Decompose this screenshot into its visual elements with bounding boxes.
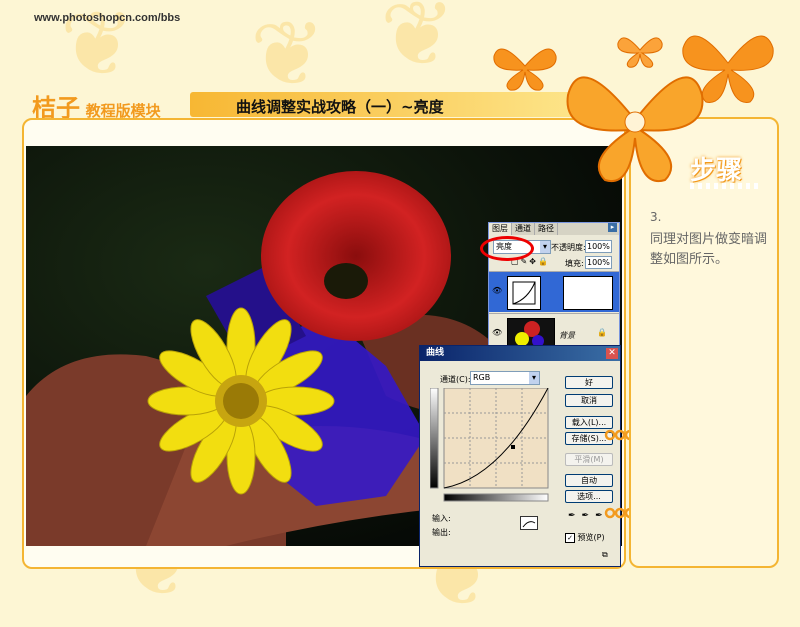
tab-paths[interactable]: 路径 bbox=[535, 223, 558, 235]
tab-channels[interactable]: 通道 bbox=[512, 223, 535, 235]
opacity-label: 不透明度: bbox=[551, 243, 586, 252]
curve-draw-tool-icon[interactable] bbox=[520, 516, 538, 530]
load-button[interactable]: 载入(L)... bbox=[565, 416, 613, 429]
channel-value: RGB bbox=[473, 373, 491, 382]
step-number: 3. bbox=[650, 210, 662, 224]
step-heading: 步骤 bbox=[690, 156, 743, 186]
close-icon[interactable]: ✕ bbox=[606, 348, 618, 359]
layers-panel-tabs: 图层 通道 路径 bbox=[489, 223, 619, 235]
curves-dialog-titlebar: 曲线 bbox=[420, 346, 620, 361]
options-button[interactable]: 选项... bbox=[565, 490, 613, 503]
resize-icon: ⧉ bbox=[602, 550, 608, 559]
preview-label: 预览(P) bbox=[577, 533, 605, 542]
highlight-ellipse bbox=[480, 236, 534, 261]
channel-label: 通道(C): bbox=[440, 375, 471, 384]
ok-button[interactable]: 好 bbox=[565, 376, 613, 389]
output-label: 输出: bbox=[432, 528, 451, 537]
butterfly-icon bbox=[566, 76, 704, 183]
layer-mask-thumbnail bbox=[563, 276, 613, 310]
opacity-input[interactable]: 100% bbox=[585, 240, 612, 253]
step-heading-dots bbox=[690, 183, 760, 189]
background-butterfly-pattern: ❦ bbox=[250, 2, 326, 107]
curve-line-icon bbox=[522, 521, 536, 528]
lock-icon: 🔒 bbox=[597, 328, 607, 337]
eye-icon[interactable]: 👁 bbox=[492, 328, 502, 337]
auto-button[interactable]: 自动 bbox=[565, 474, 613, 487]
layer-row-curves-adjustment[interactable]: 👁 bbox=[489, 271, 619, 312]
panel-menu-icon[interactable]: ▸ bbox=[608, 223, 617, 232]
curves-graph[interactable] bbox=[430, 388, 552, 510]
chevron-down-icon: ▾ bbox=[529, 372, 539, 384]
tab-layers[interactable]: 图层 bbox=[489, 223, 512, 235]
fill-input[interactable]: 100% bbox=[585, 256, 612, 269]
site-url: www.photoshopcn.com/bbs bbox=[34, 12, 181, 24]
preview-checkbox[interactable]: ✓ 预览(P) bbox=[565, 532, 605, 543]
cancel-button[interactable]: 取消 bbox=[565, 394, 613, 407]
input-label: 输入: bbox=[432, 514, 451, 523]
curves-thumbnail-icon bbox=[512, 281, 536, 305]
curves-dialog: 曲线 ✕ 通道(C): RGB ▾ 好 取消 载入(L)... 存储(S)...… bbox=[419, 345, 621, 567]
smooth-button[interactable]: 平滑(M) bbox=[565, 453, 613, 466]
step-description: 同理对图片做变暗调整如图所示。 bbox=[650, 232, 768, 267]
curve-control-point[interactable] bbox=[511, 445, 515, 449]
butterfly-icon bbox=[493, 48, 557, 91]
chevron-down-icon: ▾ bbox=[540, 241, 550, 253]
preview-check-icon: ✓ bbox=[565, 532, 575, 543]
channel-select[interactable]: RGB ▾ bbox=[470, 371, 540, 385]
eyedropper-icons[interactable]: ✒✒✒ bbox=[568, 511, 609, 521]
page-title: 曲线调整实战攻略（一）~亮度 bbox=[236, 98, 444, 116]
background-butterfly-pattern: ❦ bbox=[380, 0, 456, 87]
eye-icon[interactable]: 👁 bbox=[492, 286, 502, 295]
fill-label: 填充: bbox=[565, 259, 584, 268]
background-layer-name: 背景 bbox=[559, 331, 575, 340]
curves-adjustment-thumbnail bbox=[507, 276, 541, 310]
